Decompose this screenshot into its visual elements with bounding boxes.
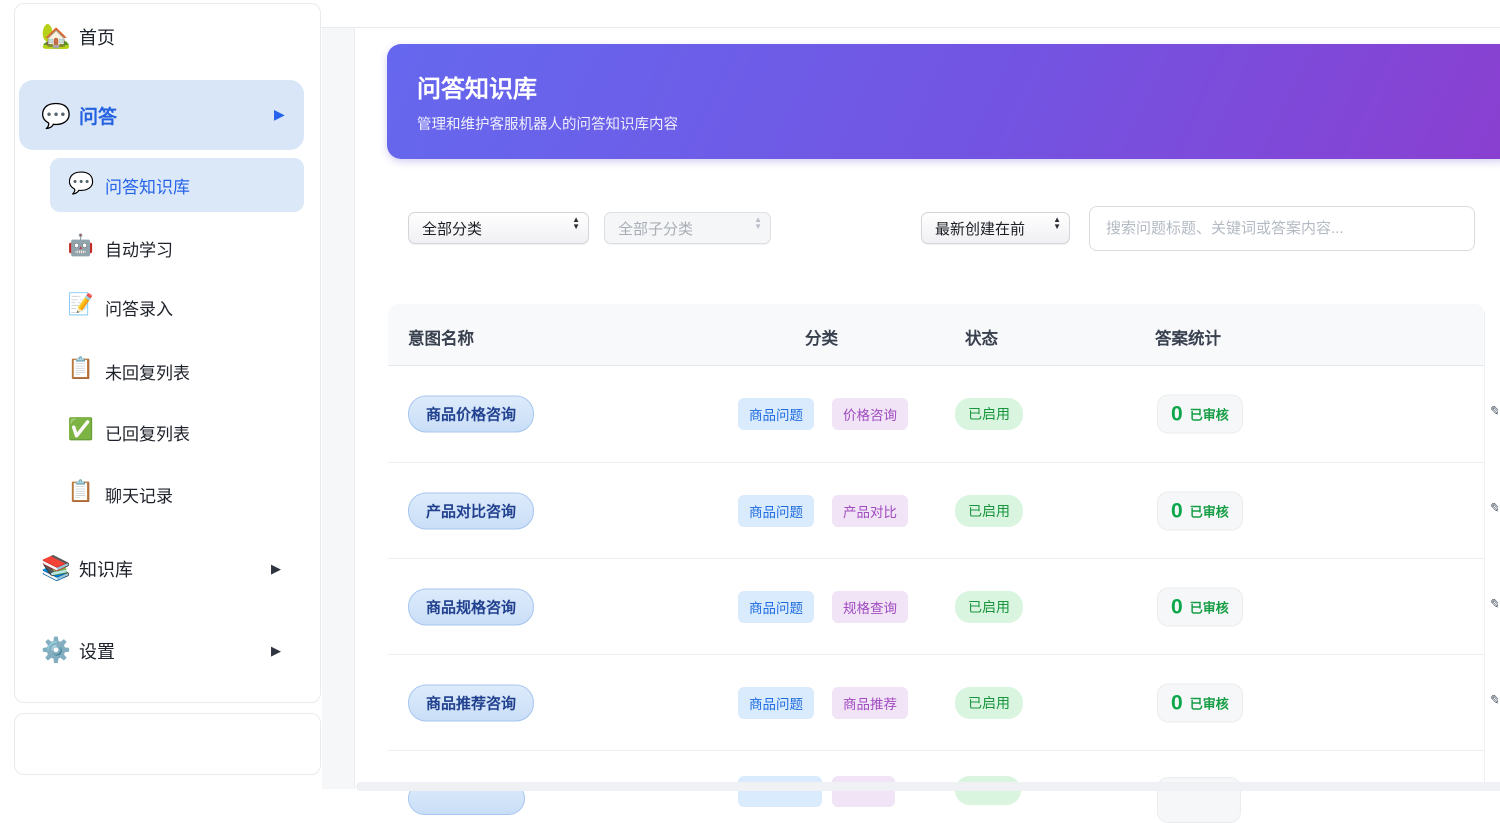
sidebar-item-unreplied-list[interactable]: 📋 未回复列表 [15, 357, 320, 387]
intent-pill[interactable]: 产品对比咨询 [408, 492, 534, 529]
intent-pill[interactable]: 商品规格咨询 [408, 588, 534, 625]
main-content: 问答知识库 管理和维护客服机器人的问答知识库内容 全部分类 ▲▼ 全部子分类 ▲… [321, 27, 1500, 789]
subcategory-tag: 规格查询 [832, 591, 908, 623]
column-header-stats: 答案统计 [1155, 325, 1221, 349]
sidebar-item-label: 聊天记录 [105, 482, 173, 507]
column-header-status: 状态 [965, 325, 998, 349]
sidebar-item-qa[interactable]: 💬 问答 ▶ [19, 80, 304, 150]
sidebar-item-qa-entry[interactable]: 📝 问答录入 [15, 293, 320, 323]
category-tag [738, 776, 822, 807]
status-badge: 已启用 [955, 591, 1023, 623]
answer-stats-badge: 0 已审核 [1157, 491, 1243, 530]
speech-bubble-icon: 💬 [41, 102, 71, 131]
answer-stats-badge: 0 已审核 [1157, 395, 1243, 434]
sidebar-item-auto-learning[interactable]: 🤖 自动学习 [15, 234, 320, 264]
approved-count: 0 [1171, 692, 1183, 713]
sidebar-item-chat-history[interactable]: 📋 聊天记录 [15, 480, 320, 510]
sidebar-item-label: 自动学习 [105, 236, 173, 261]
edit-icon[interactable]: ✎ [1490, 500, 1498, 518]
chevron-right-icon: ▶ [271, 561, 281, 577]
subcategory-select-value: 全部子分类 [618, 218, 693, 239]
sidebar-item-replied-list[interactable]: ✅ 已回复列表 [15, 418, 320, 448]
category-tag: 商品问题 [738, 495, 814, 527]
subcategory-tag: 商品推荐 [832, 687, 908, 719]
approved-label: 已审核 [1190, 405, 1229, 424]
table-header: 意图名称 分类 状态 答案统计 [388, 304, 1485, 366]
category-tag: 商品问题 [738, 687, 814, 719]
category-select[interactable]: 全部分类 ▲▼ [408, 212, 589, 244]
content-left-gutter [322, 28, 355, 789]
approved-count: 0 [1171, 500, 1183, 521]
sidebar-item-settings[interactable]: ⚙️ 设置 ▶ [15, 627, 320, 675]
sidebar: 🏡 首页 💬 问答 ▶ 💬 问答知识库 🤖 自动学习 📝 问答录入 📋 未回复列… [14, 3, 321, 703]
gear-icon: ⚙️ [41, 639, 71, 663]
subcategory-tag [832, 776, 895, 807]
robot-icon: 🤖 [67, 234, 95, 258]
sort-select-value: 最新创建在前 [935, 218, 1025, 239]
clipboard-icon: 📋 [67, 480, 95, 504]
sidebar-item-home[interactable]: 🏡 首页 [15, 13, 320, 61]
approved-label: 已审核 [1190, 693, 1229, 712]
category-tag: 商品问题 [738, 398, 814, 430]
sort-select[interactable]: 最新创建在前 ▲▼ [921, 212, 1070, 244]
sidebar-item-label: 首页 [79, 24, 115, 50]
chevron-right-icon: ▶ [274, 106, 285, 123]
category-tag: 商品问题 [738, 591, 814, 623]
speech-bubble-icon: 💬 [68, 172, 96, 196]
memo-icon: 📝 [67, 293, 95, 317]
sidebar-item-label: 未回复列表 [105, 359, 190, 384]
qa-table: 意图名称 分类 状态 答案统计 商品价格咨询 商品问题 价格咨询 已启用 0 已… [388, 304, 1485, 790]
select-arrows-icon: ▲▼ [754, 217, 762, 231]
page-header-banner: 问答知识库 管理和维护客服机器人的问答知识库内容 [387, 44, 1500, 159]
page-title: 问答知识库 [417, 69, 537, 104]
sidebar-item-label: 问答 [79, 102, 117, 129]
edit-icon[interactable]: ✎ [1490, 596, 1498, 614]
approved-count: 0 [1171, 404, 1183, 425]
clipboard-icon: 📋 [67, 357, 95, 381]
answer-stats-badge: 0 已审核 [1157, 683, 1243, 722]
subcategory-tag: 价格咨询 [832, 398, 908, 430]
sidebar-item-label: 知识库 [79, 556, 133, 582]
table-row: 商品推荐咨询 商品问题 商品推荐 已启用 0 已审核 ✎ [388, 655, 1485, 751]
chevron-right-icon: ▶ [271, 643, 281, 659]
answer-stats-badge: 0 已审核 [1157, 587, 1243, 626]
status-badge: 已启用 [955, 398, 1023, 430]
horizontal-scrollbar-track[interactable] [356, 782, 1500, 791]
table-row: 商品价格咨询 商品问题 价格咨询 已启用 0 已审核 ✎ [388, 366, 1485, 463]
status-badge: 已启用 [955, 495, 1023, 527]
sidebar-item-qa-knowledge-base[interactable]: 💬 问答知识库 [50, 158, 304, 212]
sidebar-item-label: 设置 [79, 638, 115, 664]
approved-count: 0 [1171, 596, 1183, 617]
approved-label: 已审核 [1190, 501, 1229, 520]
subcategory-tag: 产品对比 [832, 495, 908, 527]
table-row: 产品对比咨询 商品问题 产品对比 已启用 0 已审核 ✎ [388, 463, 1485, 559]
sidebar-item-label: 问答录入 [105, 295, 173, 320]
column-header-intent: 意图名称 [408, 325, 474, 349]
category-select-value: 全部分类 [422, 218, 482, 239]
approved-label: 已审核 [1190, 597, 1229, 616]
select-arrows-icon: ▲▼ [1053, 217, 1061, 231]
sidebar-item-knowledge-base[interactable]: 📚 知识库 ▶ [15, 545, 320, 593]
intent-pill[interactable]: 商品价格咨询 [408, 396, 534, 433]
column-header-category: 分类 [805, 325, 838, 349]
table-row: 商品规格咨询 商品问题 规格查询 已启用 0 已审核 ✎ [388, 559, 1485, 655]
edit-icon[interactable]: ✎ [1490, 692, 1498, 710]
status-badge: 已启用 [955, 687, 1023, 719]
subcategory-select[interactable]: 全部子分类 ▲▼ [604, 212, 771, 244]
home-icon: 🏡 [41, 25, 71, 49]
intent-pill[interactable]: 商品推荐咨询 [408, 684, 534, 721]
edit-icon[interactable]: ✎ [1490, 403, 1498, 421]
page-subtitle: 管理和维护客服机器人的问答知识库内容 [417, 113, 678, 134]
sidebar-item-label: 已回复列表 [105, 420, 190, 445]
search-input[interactable] [1089, 206, 1475, 251]
books-icon: 📚 [41, 557, 71, 581]
check-mark-icon: ✅ [67, 418, 95, 442]
select-arrows-icon: ▲▼ [572, 217, 580, 231]
sidebar-footer-panel [14, 713, 321, 775]
sidebar-item-label: 问答知识库 [105, 173, 190, 198]
